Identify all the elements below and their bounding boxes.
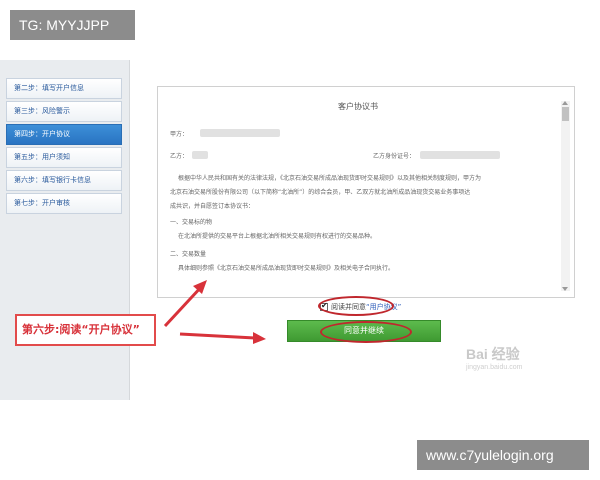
party-b-redacted	[192, 151, 208, 159]
id-number-label: 乙方身份证号：	[373, 153, 416, 160]
para1-line1: 根据中华人民共和国有关的法律法规，《北京石油交易所成品油现货即时交易规则》以及其…	[178, 175, 482, 182]
steps-list: 第二步：填写开户信息 第三步：风险警示 第四步：开户协议 第五步：用户须知 第六步：填写…	[6, 78, 122, 216]
para1-line3: 成共识，并自愿签订本协议书：	[170, 203, 255, 210]
watermark-bottom-right: www.c7yulelogin.org	[417, 440, 589, 470]
party-b-label: 乙方：	[170, 153, 189, 160]
agree-highlight-oval	[318, 296, 394, 316]
step-item-7[interactable]: 第七步：开户审核	[6, 193, 122, 214]
step-item-2[interactable]: 第二步：填写开户信息	[6, 78, 122, 99]
scroll-down-arrow-icon[interactable]	[562, 287, 568, 291]
step-item-6[interactable]: 第六步：填写银行卡信息	[6, 170, 122, 191]
button-highlight-oval	[320, 321, 412, 343]
section2-title: 二、交易数量	[170, 251, 207, 258]
section2-text: 具体细则参照《北京石油交易所成品油现货即时交易规则》及相关电子合同执行。	[178, 265, 395, 272]
step-annotation: 第六步:阅读“开户协议”	[15, 314, 156, 346]
baidu-logo: Bai 经验	[466, 346, 520, 362]
step-item-5[interactable]: 第五步：用户须知	[6, 147, 122, 168]
section1-text: 在北油所提供的交易平台上根据北油所相关交易规则有权进行的交易品种。	[178, 233, 377, 240]
step-item-4[interactable]: 第四步：开户协议	[6, 124, 122, 145]
party-a-label: 甲方：	[170, 131, 189, 138]
baidu-url: jingyan.baidu.com	[466, 364, 523, 371]
agreement-title: 客户协议书	[338, 102, 378, 111]
party-a-redacted	[200, 129, 280, 137]
para1-line2: 北京石油交易所股份有限公司（以下简称“北油所”）的综合会员，甲、乙双方就北油所成…	[170, 189, 471, 196]
section1-title: 一、交易标的物	[170, 219, 213, 226]
scroll-up-arrow-icon[interactable]	[562, 101, 568, 105]
document-scrollbar[interactable]	[561, 101, 570, 291]
steps-sidebar: 第二步：填写开户信息 第三步：风险警示 第四步：开户协议 第五步：用户须知 第六步：填写…	[0, 60, 130, 400]
watermark-top-left: TG: MYYJJPP	[10, 10, 135, 40]
scroll-thumb[interactable]	[562, 107, 569, 121]
agreement-document[interactable]: 客户协议书 甲方： 乙方： 乙方身份证号： 根据中华人民共和国有关的法律法规，《…	[157, 86, 575, 298]
id-number-redacted	[420, 151, 500, 159]
step-item-3[interactable]: 第三步：风险警示	[6, 101, 122, 122]
